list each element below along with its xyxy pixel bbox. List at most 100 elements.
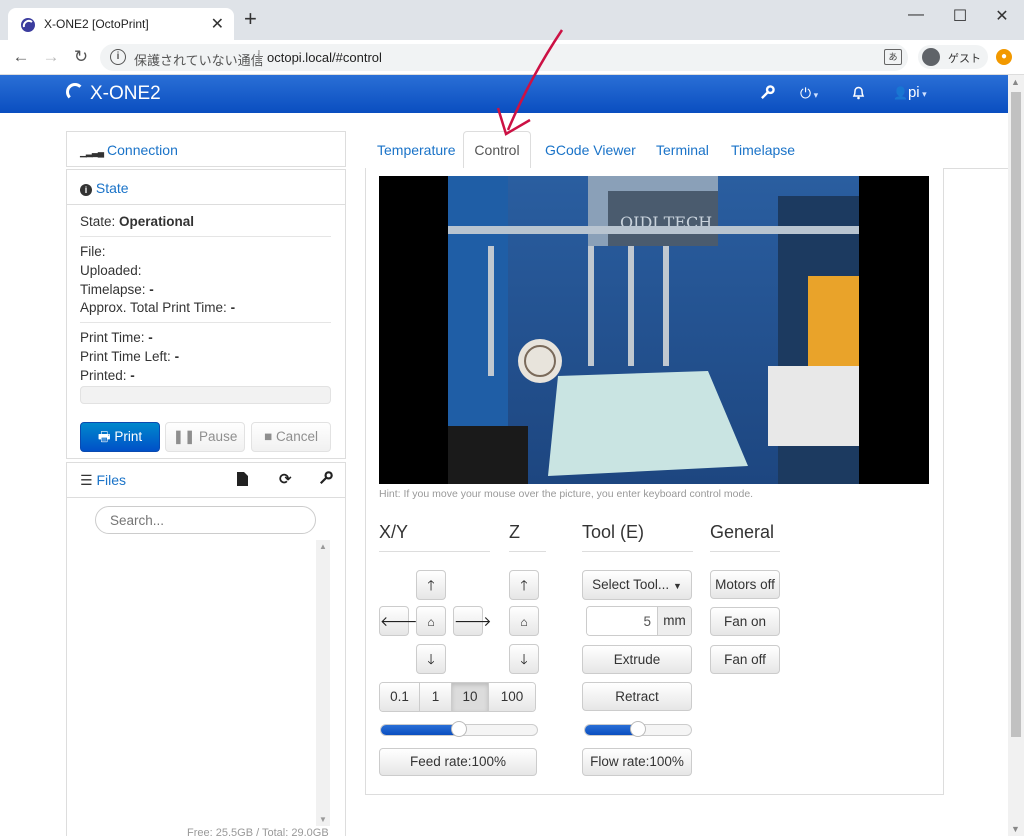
extrude-button[interactable]: Extrude (582, 645, 692, 674)
home-xy-button[interactable]: ⌂ (416, 606, 446, 636)
step-10-button[interactable]: 10 (452, 683, 489, 711)
pause-button-label: Pause (199, 429, 238, 444)
jog-y-plus-button[interactable]: 🡑 (416, 570, 446, 600)
tab-timelapse[interactable]: Timelapse (731, 142, 795, 158)
connection-header[interactable]: ▁▂▃▄ Connection (80, 142, 178, 158)
step-100-button[interactable]: 100 (489, 683, 535, 711)
minimize-icon[interactable]: — (904, 6, 928, 24)
divider (80, 322, 331, 323)
arrow-down-icon: 🡓 (427, 651, 435, 667)
annotation-arrow-icon (496, 29, 564, 136)
timelapse-value: - (149, 282, 154, 297)
new-tab-icon[interactable]: + (244, 8, 257, 30)
extrude-amount-input[interactable] (587, 607, 657, 635)
files-scroll-down-icon[interactable]: ▼ (319, 815, 327, 824)
maximize-icon[interactable]: ☐ (948, 6, 972, 26)
profile-name: ゲスト (948, 53, 981, 65)
scroll-down-icon[interactable]: ▼ (1011, 824, 1020, 834)
translate-icon[interactable]: あ (884, 49, 902, 65)
divider (509, 551, 546, 552)
feed-rate-handle[interactable] (451, 721, 467, 737)
arrow-right-icon: 🡒 (454, 613, 492, 629)
step-1-button[interactable]: 1 (420, 683, 452, 711)
jog-z-minus-button[interactable]: 🡓 (509, 644, 539, 674)
jog-z-plus-button[interactable]: 🡑 (509, 570, 539, 600)
files-search-input[interactable] (95, 506, 316, 534)
home-z-button[interactable]: ⌂ (509, 606, 539, 636)
webcam-stream[interactable]: QIDI TECH (379, 176, 929, 484)
page-scrollbar[interactable]: ▲ ▼ (1008, 75, 1024, 836)
tab-terminal[interactable]: Terminal (656, 142, 709, 158)
upload-file-icon[interactable] (237, 472, 248, 489)
z-section-title: Z (509, 522, 520, 542)
omnibox-separator: | (257, 48, 261, 65)
jog-y-minus-button[interactable]: 🡓 (416, 644, 446, 674)
reload-icon[interactable]: ↻ (70, 47, 92, 67)
arrow-up-icon: 🡑 (427, 577, 435, 593)
back-icon[interactable]: ← (10, 47, 32, 67)
pause-icon: ❚❚ (172, 429, 196, 444)
tool-section-title: Tool (E) (582, 522, 645, 542)
files-header[interactable]: ☰ Files (80, 472, 126, 489)
pause-button[interactable]: ❚❚ Pause (165, 422, 245, 452)
arrow-up-icon: 🡑 (520, 577, 528, 593)
scrollbar-thumb[interactable] (1011, 92, 1021, 737)
select-tool-dropdown[interactable]: Select Tool... ▼ (582, 570, 692, 600)
flow-rate-handle[interactable] (630, 721, 646, 737)
tab-gcode-viewer[interactable]: GCode Viewer (545, 142, 636, 158)
files-list-scrollbar[interactable]: ▲ ▼ (316, 540, 330, 826)
flow-rate-button[interactable]: Flow rate:100% (582, 748, 692, 776)
browser-tab[interactable]: X-ONE2 [OctoPrint] ✕ (8, 8, 234, 40)
user-menu[interactable]: 👤pi ▾ (893, 84, 927, 101)
print-time-label: Print Time: (80, 330, 145, 345)
jog-x-plus-button[interactable]: 🡒 (453, 606, 492, 636)
flow-rate-slider[interactable] (584, 721, 692, 737)
state-header[interactable]: i State (80, 180, 129, 196)
brand[interactable]: X-ONE2 (66, 83, 161, 105)
settings-wrench-icon[interactable] (760, 85, 775, 103)
cancel-button[interactable]: ■ Cancel (251, 422, 331, 452)
step-0.1-button[interactable]: 0.1 (380, 683, 420, 711)
retract-button[interactable]: Retract (582, 682, 692, 711)
webcam-image: QIDI TECH (448, 176, 859, 484)
profile-button[interactable]: ゲスト (918, 45, 988, 69)
fan-off-button[interactable]: Fan off (710, 645, 780, 674)
close-tab-icon[interactable]: ✕ (211, 14, 224, 34)
tab-temperature[interactable]: Temperature (377, 142, 456, 158)
caret-down-icon: ▼ (672, 581, 682, 591)
feed-rate-fill (381, 725, 459, 735)
brand-name: X-ONE2 (90, 83, 161, 104)
print-progress-bar (80, 386, 331, 404)
list-icon: ☰ (80, 472, 93, 488)
user-name: pi (907, 84, 920, 101)
printed-label: Printed: (80, 368, 127, 383)
cancel-button-label: Cancel (275, 429, 318, 444)
motors-off-button[interactable]: Motors off (710, 570, 780, 599)
connection-title: Connection (107, 142, 178, 158)
print-button[interactable]: 🖶 Print (80, 422, 160, 452)
scroll-up-icon[interactable]: ▲ (1011, 77, 1020, 87)
bell-icon[interactable] (852, 85, 865, 103)
extension-icon[interactable]: ● (996, 49, 1012, 65)
signal-icon: ▁▂▃▄ (80, 147, 104, 157)
extrude-unit: mm (657, 607, 691, 635)
avatar (922, 48, 940, 66)
disk-space-text: Free: 25.5GB / Total: 29.0GB (187, 827, 329, 839)
window-close-icon[interactable]: ✕ (990, 6, 1014, 26)
home-icon: ⌂ (427, 615, 435, 629)
files-wrench-icon[interactable] (319, 471, 333, 488)
jog-x-minus-button[interactable]: 🡐 (379, 606, 418, 636)
power-icon[interactable]: ⏻ ▾ (800, 85, 818, 102)
xy-section-title: X/Y (379, 522, 409, 542)
print-time-left-label: Print Time Left: (80, 349, 171, 364)
info-icon[interactable]: i (110, 49, 126, 65)
feed-rate-button[interactable]: Feed rate:100% (379, 748, 537, 776)
refresh-icon[interactable]: ⟳ (279, 470, 292, 488)
octoprint-logo-icon (66, 83, 84, 101)
url-text[interactable]: octopi.local/#control (267, 50, 382, 65)
print-time-left-value: - (174, 349, 180, 364)
fan-on-button[interactable]: Fan on (710, 607, 780, 636)
forward-icon[interactable]: → (40, 47, 62, 67)
files-scroll-up-icon[interactable]: ▲ (319, 542, 327, 551)
feed-rate-slider[interactable] (380, 721, 538, 737)
